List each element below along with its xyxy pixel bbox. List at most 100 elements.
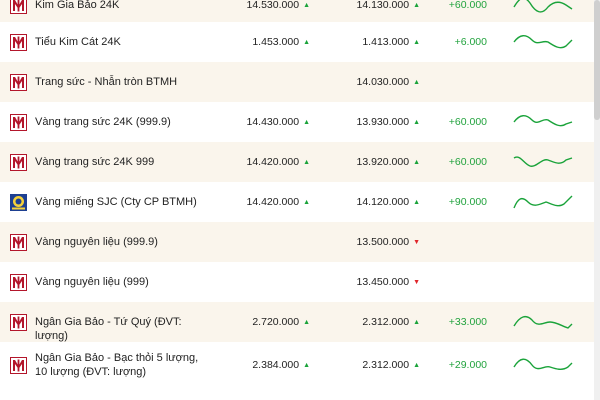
arrow-up-icon: ▲ — [303, 199, 310, 206]
table-row[interactable]: Tiểu Kim Cát 24K 1.453.000 ▲ 1.413.000 ▲ +6.0… — [0, 22, 600, 62]
arrow-down-icon: ▼ — [413, 279, 420, 286]
table-row[interactable]: Ngân Gia Bảo - Bạc thỏi 5 lượng, 10 lượn… — [0, 342, 600, 388]
buy-price-value: 2.384.000 — [252, 359, 300, 371]
table-row[interactable]: Vàng nguyên liệu (999.9) 13.500.000 ▼ — [0, 222, 600, 262]
sparkline-chart — [513, 115, 573, 127]
sparkline-chart — [513, 156, 573, 167]
sell-price: 13.500.000 ▼ — [357, 236, 421, 248]
buy-price: 14.420.000 ▲ — [247, 156, 311, 168]
price-change: +60.000 — [448, 0, 487, 11]
product-name: Vàng nguyên liệu (999.9) — [35, 236, 158, 248]
table-row[interactable]: Vàng trang sức 24K (999.9) 14.430.000 ▲ 13.… — [0, 102, 600, 142]
sparkline-path — [513, 315, 573, 329]
product-name: Tiểu Kim Cát 24K — [35, 36, 121, 48]
btmh-logo-icon — [10, 233, 27, 251]
arrow-up-icon: ▲ — [413, 79, 420, 86]
arrow-up-icon: ▲ — [303, 119, 310, 126]
btmh-logo-icon — [10, 153, 27, 171]
sell-price-value: 14.030.000 — [356, 76, 410, 88]
buy-price: 1.453.000 ▲ — [252, 36, 310, 48]
table-row[interactable]: Vàng trang sức 24K 999 14.420.000 ▲ 13.920.… — [0, 142, 600, 182]
buy-price-value: 2.720.000 — [252, 316, 300, 328]
buy-price: 14.530.000 ▲ — [247, 0, 311, 11]
sjc-logo-icon — [10, 193, 27, 211]
table-row[interactable]: Kim Gia Bảo 24K 14.530.000 ▲ 14.130.000 ▲ +60… — [0, 0, 600, 22]
product-name: Vàng miếng SJC (Cty CP BTMH) — [35, 196, 197, 208]
sell-price-value: 2.312.000 — [362, 316, 410, 328]
arrow-up-icon: ▲ — [413, 2, 420, 9]
btmh-logo-icon — [10, 113, 27, 131]
price-change: +29.000 — [448, 359, 487, 371]
sparkline-chart — [513, 315, 573, 329]
buy-price: 14.420.000 ▲ — [247, 196, 311, 208]
price-change: +60.000 — [448, 156, 487, 168]
sell-price-value: 14.120.000 — [356, 196, 410, 208]
arrow-up-icon: ▲ — [413, 199, 420, 206]
sell-price: 13.450.000 ▼ — [357, 276, 421, 288]
sparkline-path — [513, 358, 573, 370]
btmh-logo-icon — [10, 0, 27, 14]
sell-price: 13.920.000 ▲ — [357, 156, 421, 168]
buy-price-value: 1.453.000 — [252, 36, 300, 48]
btmh-logo-icon — [10, 33, 27, 51]
arrow-down-icon: ▼ — [413, 239, 420, 246]
arrow-up-icon: ▲ — [413, 159, 420, 166]
sell-price: 1.413.000 ▲ — [362, 36, 420, 48]
sell-price-value: 14.130.000 — [356, 0, 410, 11]
product-name: Ngân Gia Bảo - Bạc thỏi 5 lượng, 10 lượn… — [35, 352, 199, 378]
buy-price: 14.430.000 ▲ — [247, 116, 311, 128]
btmh-logo-icon — [10, 313, 27, 331]
product-name: Vàng trang sức 24K (999.9) — [35, 116, 171, 128]
scrollbar-thumb[interactable] — [594, 0, 600, 120]
sell-price-value: 13.930.000 — [356, 116, 410, 128]
sell-price: 13.930.000 ▲ — [357, 116, 421, 128]
arrow-up-icon: ▲ — [303, 319, 310, 326]
sparkline-chart — [513, 358, 573, 370]
price-change: +6.000 — [454, 36, 487, 48]
sparkline-chart — [513, 35, 573, 49]
table-row[interactable]: Vàng nguyên liệu (999) 13.450.000 ▼ — [0, 262, 600, 302]
arrow-up-icon: ▲ — [303, 159, 310, 166]
product-name: Vàng trang sức 24K 999 — [35, 156, 155, 168]
arrow-up-icon: ▲ — [303, 2, 310, 9]
sell-price: 14.030.000 ▲ — [357, 76, 421, 88]
sparkline-path — [513, 35, 573, 49]
arrow-up-icon: ▲ — [413, 119, 420, 126]
btmh-logo-icon — [10, 73, 27, 91]
sell-price: 14.130.000 ▲ — [357, 0, 421, 11]
table-row[interactable]: Trang sức - Nhẫn tròn BTMH 14.030.000 ▲ — [0, 62, 600, 102]
table-row[interactable]: Vàng miếng SJC (Cty CP BTMH) 14.420.000 ▲ 1… — [0, 182, 600, 222]
sell-price-value: 13.500.000 — [356, 236, 410, 248]
sell-price: 14.120.000 ▲ — [357, 196, 421, 208]
table-row[interactable]: Ngân Gia Bảo - Tứ Quý (ĐVT: lượng) 2.720.… — [0, 302, 600, 342]
scrollbar[interactable] — [594, 0, 600, 400]
arrow-up-icon: ▲ — [413, 362, 420, 369]
sparkline-path — [513, 115, 573, 127]
product-name: Kim Gia Bảo 24K — [35, 0, 120, 11]
sparkline-path — [513, 156, 573, 167]
sparkline-chart — [513, 195, 573, 209]
product-name: Ngân Gia Bảo - Tứ Quý (ĐVT: lượng) — [35, 316, 182, 342]
sell-price-value: 2.312.000 — [362, 359, 410, 371]
arrow-up-icon: ▲ — [413, 39, 420, 46]
buy-price-value: 14.530.000 — [246, 0, 300, 11]
sell-price-value: 1.413.000 — [362, 36, 410, 48]
sparkline-path — [513, 195, 573, 209]
buy-price-value: 14.430.000 — [246, 116, 300, 128]
sell-price: 2.312.000 ▲ — [362, 359, 420, 371]
buy-price: 2.384.000 ▲ — [252, 359, 310, 371]
sell-price-value: 13.920.000 — [356, 156, 410, 168]
arrow-up-icon: ▲ — [303, 362, 310, 369]
sell-price: 2.312.000 ▲ — [362, 316, 420, 328]
buy-price-value: 14.420.000 — [246, 196, 300, 208]
price-change: +90.000 — [448, 196, 487, 208]
sparkline-path — [513, 0, 573, 13]
sell-price-value: 13.450.000 — [356, 276, 410, 288]
price-change: +60.000 — [448, 116, 487, 128]
product-name: Vàng nguyên liệu (999) — [35, 276, 149, 288]
buy-price: 2.720.000 ▲ — [252, 316, 310, 328]
product-name: Trang sức - Nhẫn tròn BTMH — [35, 76, 178, 88]
btmh-logo-icon — [10, 356, 27, 374]
arrow-up-icon: ▲ — [303, 39, 310, 46]
price-change: +33.000 — [448, 316, 487, 328]
